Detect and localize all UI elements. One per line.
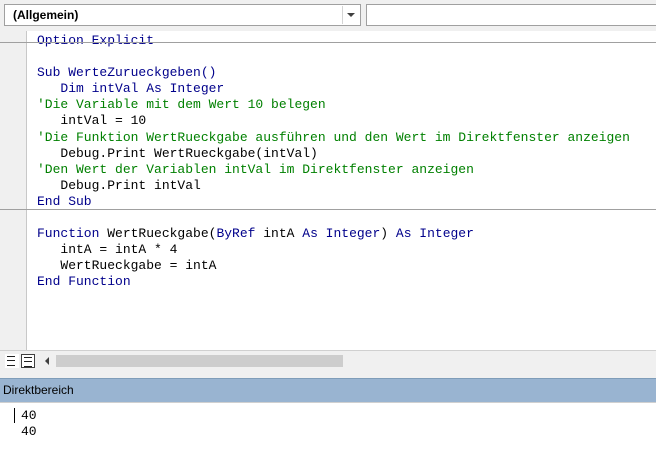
procedure-dropdown[interactable]: [366, 4, 656, 26]
margin-indicator-bar[interactable]: [0, 31, 27, 350]
immediate-output-line: 40: [21, 424, 37, 439]
code-line[interactable]: Debug.Print WertRueckgabe(intVal): [37, 146, 630, 162]
code-keyword: Sub: [37, 65, 69, 81]
code-line[interactable]: [37, 210, 630, 226]
code-line[interactable]: Dim intVal As Integer: [37, 81, 630, 97]
code-keyword: As Integer: [302, 226, 381, 242]
code-keyword: As Integer: [146, 81, 225, 97]
code-token: intA = intA * 4: [37, 242, 178, 258]
procedure-view-button[interactable]: [5, 354, 19, 368]
immediate-output-line: 40: [21, 408, 37, 423]
full-module-view-icon: [24, 357, 32, 367]
code-line[interactable]: 'Die Variable mit dem Wert 10 belegen: [37, 97, 630, 113]
code-keyword: End Function: [37, 274, 131, 290]
code-line[interactable]: WertRueckgabe = intA: [37, 258, 630, 274]
code-comment: 'Den Wert der Variablen intVal im Direkt…: [37, 161, 474, 177]
code-line[interactable]: Sub WerteZurueckgeben(): [37, 65, 630, 81]
code-line[interactable]: End Function: [37, 274, 630, 290]
code-keyword: End Sub: [37, 193, 92, 209]
scroll-left-button[interactable]: [40, 354, 54, 368]
code-keyword: intVal: [91, 81, 147, 97]
text-cursor: [14, 408, 15, 423]
editor-bottom-bar: [0, 350, 656, 371]
code-keyword: Function: [37, 226, 108, 242]
immediate-window[interactable]: 40 40: [0, 402, 656, 450]
code-line[interactable]: 'Den Wert der Variablen intVal im Direkt…: [37, 162, 630, 178]
module-toolbar: (Allgemein): [0, 0, 656, 32]
pane-splitter[interactable]: [0, 371, 656, 378]
code-comment: 'Die Variable mit dem Wert 10 belegen: [37, 97, 326, 113]
vba-editor-window: (Allgemein) Option Explicit Sub WerteZuru…: [0, 0, 656, 450]
code-line[interactable]: End Sub: [37, 194, 630, 210]
code-token: WertRueckgabe = intA: [37, 258, 217, 274]
procedure-separator: [0, 209, 656, 210]
code-token: Debug.Print intVal: [37, 177, 201, 193]
immediate-window-title: Direktbereich: [3, 383, 74, 397]
object-dropdown-value: (Allgemein): [13, 8, 79, 22]
code-keyword: ByRef: [216, 226, 264, 242]
code-token: intA: [263, 226, 303, 242]
code-token: Debug.Print WertRueckgabe(intVal): [37, 145, 318, 161]
full-module-view-button[interactable]: [21, 354, 35, 368]
procedure-separator: [0, 42, 656, 43]
chevron-left-icon: [45, 357, 49, 365]
code-line[interactable]: 'Die Funktion WertRueckgabe ausführen un…: [37, 130, 630, 146]
code-token: WertRueckgabe(: [107, 226, 217, 242]
horizontal-scrollbar-thumb[interactable]: [56, 355, 343, 367]
object-dropdown[interactable]: (Allgemein): [4, 4, 361, 26]
code-comment: 'Die Funktion WertRueckgabe ausführen un…: [37, 129, 630, 145]
code-token: intVal = 10: [37, 113, 147, 129]
immediate-output[interactable]: 40 40: [21, 408, 37, 440]
code-line[interactable]: Function WertRueckgabe(ByRef intA As Int…: [37, 226, 630, 242]
procedure-view-icon: [7, 356, 15, 366]
code-keyword: Dim: [37, 81, 92, 97]
code-line[interactable]: intVal = 10: [37, 113, 630, 129]
code-token: ): [380, 226, 396, 242]
code-keyword: As Integer: [395, 226, 474, 242]
code-keyword: Option Explicit: [37, 33, 155, 48]
immediate-window-titlebar[interactable]: Direktbereich: [0, 378, 656, 402]
code-keyword: WerteZurueckgeben(): [68, 65, 217, 81]
chevron-down-icon[interactable]: [342, 6, 359, 24]
code-line[interactable]: [37, 49, 630, 65]
code-text[interactable]: Option Explicit Sub WerteZurueckgeben() D…: [37, 33, 630, 291]
code-editor[interactable]: Option Explicit Sub WerteZurueckgeben() D…: [0, 31, 656, 350]
code-line[interactable]: Debug.Print intVal: [37, 178, 630, 194]
code-line[interactable]: intA = intA * 4: [37, 242, 630, 258]
